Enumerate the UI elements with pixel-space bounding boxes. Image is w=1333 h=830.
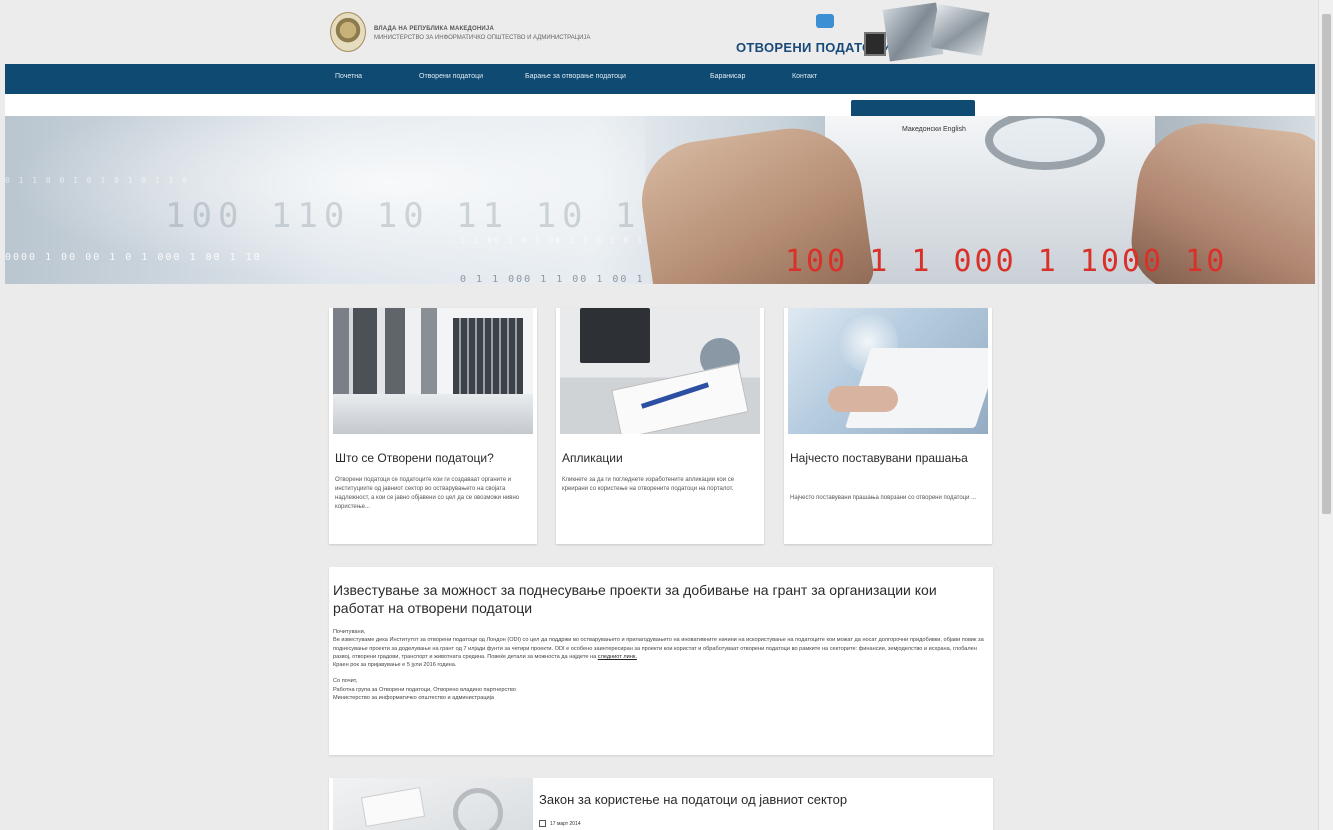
card-title[interactable]: Што се Отворени податоци?	[335, 450, 533, 467]
announcement-body: Почитувани, Ве известуваме дека Институт…	[333, 628, 989, 702]
announcement-article: Известување за можност за поднесување пр…	[329, 567, 993, 755]
office-desk-image	[560, 308, 760, 434]
monitor	[580, 308, 650, 363]
language-switcher[interactable]: Македонски English	[902, 126, 966, 133]
announcement-link[interactable]: следниот линк.	[598, 654, 637, 660]
server-room-image	[333, 308, 533, 434]
hands	[828, 386, 898, 412]
coat-of-arms-icon	[330, 12, 366, 52]
main-navigation: Почетна Отворени податоци Барање за отво…	[5, 64, 1315, 94]
hero-binary-1: 0000 1 00 00 1 0 1 000 1 00 1 10	[5, 252, 262, 263]
folder-icon	[816, 14, 834, 28]
nav-open-data[interactable]: Отворени податоци	[419, 73, 483, 80]
floor	[333, 394, 533, 434]
nav-search[interactable]: Бараниcap	[710, 73, 745, 80]
scrollbar-thumb[interactable]	[1322, 14, 1331, 514]
signature-line-1: Со почит,	[333, 678, 358, 685]
government-name: ВЛАДА НА РЕПУБЛИКА МАКЕДОНИЈА	[374, 26, 495, 32]
law-date-text: 17 март 2014	[550, 820, 581, 827]
hero-binary-4: 0 1 1 0 0 1 0 1 0 1 0 1 1 0	[5, 176, 190, 185]
law-article-title[interactable]: Закон за користење на податоци од јавнио…	[539, 792, 847, 807]
signature-line-3: Министерство за информатичко општество и…	[333, 695, 494, 702]
hero-banner: 0 1 1 0 0 1 0 1 0 1 0 1 1 0 100 110 10 1…	[5, 116, 1315, 284]
card-text: Најчесто поставувани прашања поврзани со…	[790, 495, 977, 501]
law-article[interactable]: Закон за користење на податоци од јавнио…	[329, 778, 993, 830]
announcement-text: Ве известуваме дека Институтот за отворе…	[333, 637, 984, 660]
law-article-image	[333, 778, 533, 830]
nav-data-request[interactable]: Барање за отворање податоци	[525, 73, 626, 80]
calendar-icon	[539, 820, 546, 827]
greeting: Почитувани,	[333, 629, 366, 635]
hero-binary-2: 0 1 1 000 1 1 00 1 00 1 10	[460, 274, 669, 284]
laptop-image	[788, 308, 988, 434]
card-title[interactable]: Апликации	[562, 450, 760, 467]
card-applications[interactable]: Апликации Кликнете за да ги погледнете и…	[556, 308, 764, 544]
document-graphic	[360, 787, 426, 827]
ministry-name: МИНИСТЕРСТВО ЗА ИНФОРМАТИЧКО ОПШТЕСТВО И…	[374, 35, 591, 41]
header-band: ВЛАДА НА РЕПУБЛИКА МАКЕДОНИЈА МИНИСТЕРСТ…	[0, 0, 1318, 64]
glasses-graphic	[453, 788, 503, 830]
notepad	[611, 363, 749, 434]
sub-header-strip	[5, 94, 1315, 116]
deadline-text: Краен рок за пријавување е 5 јули 2016 г…	[333, 662, 457, 669]
nav-contact[interactable]: Контакт	[792, 73, 817, 80]
server-racks	[453, 318, 523, 398]
card-what-is-open-data[interactable]: Што се Отворени податоци? Отворени подат…	[329, 308, 537, 544]
card-text: Отворени податоци се податоците кои ги с…	[335, 477, 520, 510]
card-faq[interactable]: Најчесто поставувани прашања Најчесто по…	[784, 308, 992, 544]
announcement-title[interactable]: Известување за можност за поднесување пр…	[333, 581, 983, 617]
open-data-logo[interactable]: ОТВОРЕНИ ПОДАТОЦИ	[736, 2, 996, 64]
nav-home[interactable]: Почетна	[335, 73, 362, 80]
page-scrollbar[interactable]	[1318, 0, 1333, 830]
data-cube-graphic-2	[930, 3, 990, 57]
server-icon	[864, 32, 886, 56]
government-logo[interactable]: ВЛАДА НА РЕПУБЛИКА МАКЕДОНИЈА МИНИСТЕРСТ…	[330, 8, 630, 60]
signature-line-2: Работна група за Отворени податоци, Отво…	[333, 686, 516, 693]
hero-binary-red: 100 1 1 000 1 1000 10	[785, 244, 1228, 279]
law-article-date: 17 март 2014	[539, 820, 581, 827]
card-title[interactable]: Најчесто поставувани прашања	[790, 450, 988, 467]
card-text: Кликнете за да ги погледнете изработенит…	[562, 477, 735, 492]
